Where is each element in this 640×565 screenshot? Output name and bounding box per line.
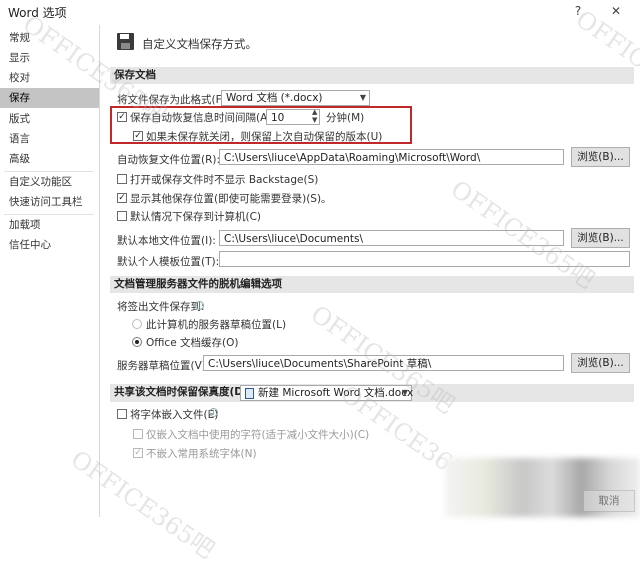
spin-down-icon[interactable]: ▼ <box>312 116 317 124</box>
save-to-computer-checkbox[interactable] <box>117 211 127 221</box>
embed-only-used-checkbox[interactable] <box>133 429 143 439</box>
keep-last-version-checkbox[interactable]: ✓ <box>133 131 143 141</box>
no-backstage-label: 打开或保存文件时不显示 Backstage(S) <box>130 174 319 186</box>
save-icon <box>117 33 134 50</box>
no-backstage-checkbox[interactable] <box>117 174 127 184</box>
sidebar-item-language[interactable]: 语言 <box>0 129 99 149</box>
sidebar-item-trust-center[interactable]: 信任中心 <box>0 235 99 255</box>
no-common-fonts-label: 不嵌入常用系统字体(N) <box>146 448 257 460</box>
fidelity-document-value: 新建 Microsoft Word 文档.docx <box>258 387 414 399</box>
browse-autorecover-button[interactable]: 浏览(B)... <box>571 147 630 167</box>
sidebar-item-advanced[interactable]: 高级 <box>0 149 99 169</box>
checkout-label: 将签出文件保存到: <box>117 301 205 313</box>
embed-fonts-checkbox[interactable] <box>117 409 127 419</box>
server-drafts-label: 此计算机的服务器草稿位置(L) <box>146 319 287 331</box>
sidebar-item-customize-ribbon[interactable]: 自定义功能区 <box>0 172 99 192</box>
title-bar: Word 选项 ? ✕ <box>0 0 640 24</box>
help-button[interactable]: ? <box>568 2 588 20</box>
no-common-fonts-checkbox[interactable]: ✓ <box>133 448 143 458</box>
server-drafts-radio[interactable] <box>132 319 142 329</box>
office-cache-label: Office 文档缓存(O) <box>146 337 239 349</box>
chevron-down-icon: ▼ <box>359 93 366 102</box>
section-offline-editing: 文档管理服务器文件的脱机编辑选项 <box>110 276 634 293</box>
show-more-locations-label: 显示其他保存位置(即使可能需要登录)(S)。 <box>130 193 332 205</box>
sidebar-item-layout[interactable]: 版式 <box>0 109 99 129</box>
sidebar-item-display[interactable]: 显示 <box>0 48 99 68</box>
server-drafts-location-input[interactable]: C:\Users\liuce\Documents\SharePoint 草稿\ <box>203 355 564 371</box>
local-location-label: 默认本地文件位置(I): <box>117 235 216 247</box>
format-select[interactable]: Word 文档 (*.docx) ▼ <box>221 90 370 106</box>
section-save-documents: 保存文档 <box>110 67 634 84</box>
sidebar-item-addins[interactable]: 加载项 <box>0 215 99 235</box>
info-icon: i <box>209 408 218 417</box>
window-title: Word 选项 <box>8 6 67 20</box>
sidebar: 常规 显示 校对 保存 版式 语言 高级 自定义功能区 快速访问工具栏 加载项 … <box>0 25 100 517</box>
embed-only-used-label: 仅嵌入文档中使用的字符(适于减小文件大小)(C) <box>146 429 370 441</box>
fidelity-title: 共享该文档时保留保真度(D): <box>114 386 253 398</box>
minutes-unit-label: 分钟(M) <box>326 112 365 124</box>
sidebar-item-quick-access[interactable]: 快速访问工具栏 <box>0 192 99 212</box>
info-icon: i <box>195 301 204 310</box>
spin-up-icon[interactable]: ▲ <box>312 108 317 116</box>
word-document-icon <box>245 388 254 399</box>
show-more-locations-checkbox[interactable]: ✓ <box>117 193 127 203</box>
autorecover-location-label: 自动恢复文件位置(R): <box>117 154 221 166</box>
browse-local-button[interactable]: 浏览(B)... <box>571 228 630 248</box>
chevron-down-icon: ▼ <box>401 388 408 397</box>
fidelity-document-select[interactable]: 新建 Microsoft Word 文档.docx ▼ <box>240 385 414 401</box>
sidebar-item-general[interactable]: 常规 <box>0 28 99 48</box>
autorecover-label: 保存自动恢复信息时间间隔(A) <box>130 112 272 124</box>
template-location-label: 默认个人模板位置(T): <box>117 256 220 268</box>
format-label: 将文件保存为此格式(F): <box>117 94 230 106</box>
autorecover-location-input[interactable]: C:\Users\liuce\AppData\Roaming\Microsoft… <box>219 149 564 165</box>
office-cache-radio[interactable] <box>132 337 142 347</box>
cancel-button[interactable]: 取消 <box>583 490 635 512</box>
local-location-input[interactable]: C:\Users\liuce\Documents\ <box>219 230 564 246</box>
close-button[interactable]: ✕ <box>606 2 626 20</box>
format-select-value: Word 文档 (*.docx) <box>226 92 323 104</box>
template-location-input[interactable] <box>219 251 630 267</box>
page-header: 自定义文档保存方式。 <box>142 37 257 51</box>
save-to-computer-label: 默认情况下保存到计算机(C) <box>130 211 262 223</box>
keep-last-version-label: 如果未保存就关闭，则保留上次自动保留的版本(U) <box>146 131 383 143</box>
autorecover-checkbox[interactable]: ✓ <box>117 112 127 122</box>
sidebar-item-proofing[interactable]: 校对 <box>0 68 99 88</box>
sidebar-item-save[interactable]: 保存 <box>0 88 99 108</box>
embed-fonts-label: 将字体嵌入文件(E) <box>130 409 219 421</box>
browse-server-drafts-button[interactable]: 浏览(B)... <box>571 353 630 373</box>
server-drafts-location-label: 服务器草稿位置(V): <box>117 360 210 372</box>
